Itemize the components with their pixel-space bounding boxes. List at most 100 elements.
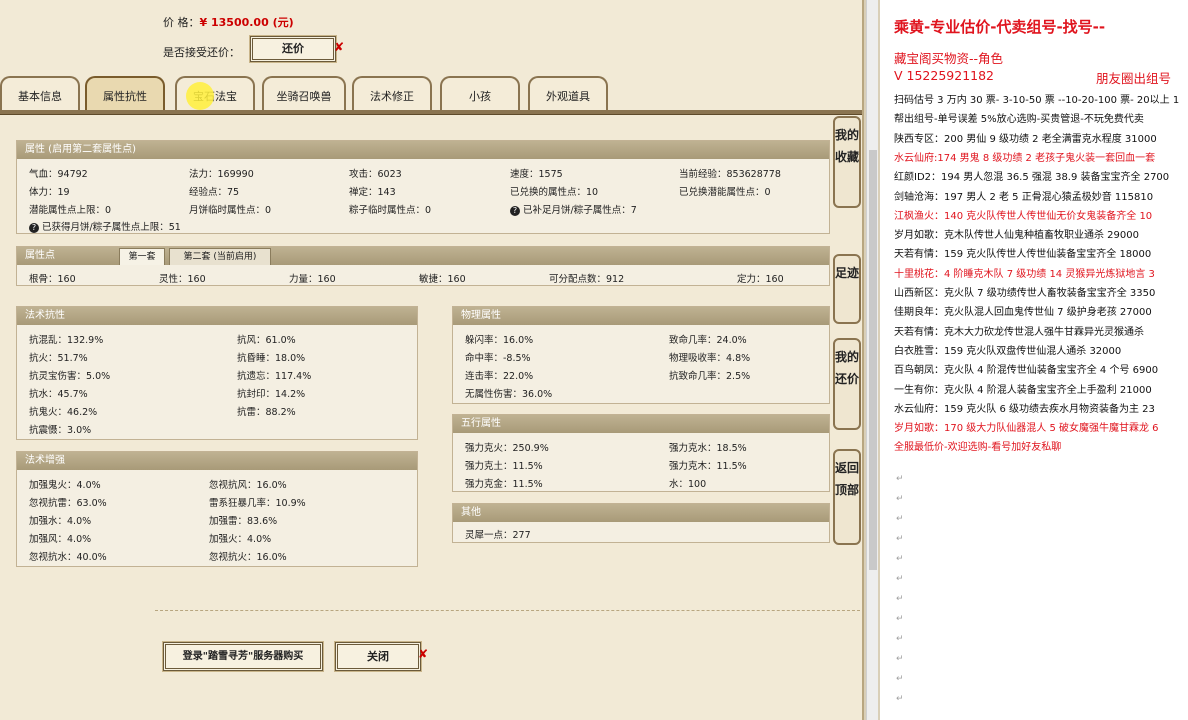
- help-icon[interactable]: ?: [29, 223, 39, 233]
- scrollbar[interactable]: [866, 0, 878, 720]
- doc-line: 一生有你：克火队 4 阶混人装备宝宝齐全上手盈利 21000: [894, 384, 1152, 396]
- favorites-button[interactable]: 我的收藏: [833, 116, 861, 208]
- back-to-top-button[interactable]: 返回顶部: [833, 449, 861, 545]
- attr-cell-label: 已补足月饼/粽子属性点：7: [523, 205, 637, 216]
- scrollbar-thumb[interactable]: [869, 150, 877, 570]
- doc-line: 佳期良年：克火队混人回血鬼传世仙 7 级护身老孩 27000: [894, 307, 1152, 319]
- doc-line: 天若有情：159 克火队传世人传世仙装备宝宝齐全 18000: [894, 249, 1152, 261]
- attr-note: ? 已获得月饼/粽子属性点上限：51: [29, 219, 181, 233]
- doc-line: 陕西专区：200 男仙 9 级功绩 2 老全满雷克水程度 31000: [894, 133, 1157, 145]
- resist-cell: 抗雷：88.2%: [237, 407, 296, 418]
- resist-cell: 抗火：51.7%: [29, 353, 88, 364]
- paragraph-mark: ↵: [896, 634, 904, 644]
- resist-section: 法术抗性 抗混乱：132.9% 抗火：51.7% 抗灵宝伤害：5.0% 抗水：4…: [16, 306, 418, 440]
- enhance-cell: 加强雷：83.6%: [209, 516, 278, 527]
- doc-line: 水云仙府：159 克火队 6 级功绩去疾水月物资装备为主 23: [894, 403, 1155, 415]
- help-icon[interactable]: ?: [510, 206, 520, 216]
- attr-cell: 已兑换潜能属性点：0: [679, 187, 771, 198]
- favorites-label: 我的收藏: [835, 128, 860, 164]
- enhance-cell: 忽视抗火：16.0%: [209, 552, 287, 563]
- paragraph-mark: ↵: [896, 494, 904, 504]
- wuxing-cell: 强力克金：11.5%: [465, 479, 543, 490]
- tab-bar: 基本信息 属性抗性 宝石法宝 坐骑召唤兽 法术修正 小孩 外观道具: [0, 76, 862, 111]
- physical-cell: 物理吸收率：4.8%: [669, 353, 751, 364]
- tab-attributes[interactable]: 属性抗性: [85, 76, 165, 110]
- doc-line: 红颜ID2：194 男人忽混 36.5 强混 38.9 装备宝宝齐全 2700: [894, 172, 1170, 184]
- resist-cell: 抗遗忘：117.4%: [237, 371, 312, 382]
- attr-cell: ? 已补足月饼/粽子属性点：7: [510, 202, 637, 216]
- footprints-label: 足迹: [835, 266, 860, 280]
- wuxing-cell: 水：100: [669, 479, 707, 490]
- wuxing-cell: 强力克土：11.5%: [465, 461, 543, 472]
- point-cell: 根骨：160: [29, 274, 76, 285]
- doc-line: 山西新区：克火队 7 级功绩传世人畜牧装备宝宝齐全 3350: [894, 288, 1156, 299]
- doc-line: 水云仙府:174 男鬼 8 级功绩 2 老孩子鬼火装一套回血一套: [894, 152, 1156, 164]
- enhance-cell: 加强鬼火：4.0%: [29, 480, 101, 491]
- tab-basic-info[interactable]: 基本信息: [0, 76, 80, 110]
- doc-line: 全服最低价-欢迎选购-看号加好友私聊: [894, 442, 1062, 454]
- point-cell: 可分配点数：912: [549, 274, 625, 285]
- tab-children[interactable]: 小孩: [440, 76, 520, 110]
- attr-cell: 气血：94792: [29, 169, 88, 180]
- physical-cell: 抗致命几率：2.5%: [669, 371, 751, 382]
- enhance-section: 法术增强 加强鬼火：4.0% 忽视抗雷：63.0% 加强水：4.0% 加强风：4…: [16, 451, 418, 567]
- tab-underline: [0, 110, 862, 115]
- attr-note-label: 已获得月饼/粽子属性点上限：51: [42, 222, 181, 233]
- paragraph-mark: ↵: [896, 574, 904, 584]
- physical-cell: 命中率：-8.5%: [465, 353, 531, 364]
- tab-appearance[interactable]: 外观道具: [528, 76, 608, 110]
- wuxing-cell: 强力克水：18.5%: [669, 443, 747, 454]
- paragraph-mark: ↵: [896, 534, 904, 544]
- my-bargains-button[interactable]: 我的还价: [833, 338, 861, 430]
- attr-cell: 粽子临时属性点：0: [349, 205, 432, 216]
- close-icon: ✘: [418, 647, 429, 661]
- doc-title: 乘黄-专业估价-代卖组号-找号--: [894, 18, 1106, 36]
- point-cell: 敏捷：160: [419, 274, 466, 285]
- other-header: 其他: [453, 504, 829, 522]
- doc-line: 帮出组号-单号误差 5%放心选购-买贵管退-不玩免费代卖: [894, 114, 1144, 126]
- tab-spell-correction[interactable]: 法术修正: [352, 76, 432, 110]
- bargain-button[interactable]: 还价: [250, 36, 336, 62]
- close-button[interactable]: 关闭: [335, 642, 421, 671]
- tab-point-set-1[interactable]: 第一套: [119, 248, 165, 265]
- login-buy-button[interactable]: 登录"踏雪寻芳"服务器购买: [163, 642, 323, 671]
- point-cell: 力量：160: [289, 274, 336, 285]
- paragraph-mark: ↵: [896, 594, 904, 604]
- attr-cell: 禅定：143: [349, 187, 396, 198]
- doc-line: 十里桃花：4 阶睡克木队 7 级功绩 14 灵猴异光炼狱地言 3: [894, 268, 1155, 280]
- document-panel: 乘黄-专业估价-代卖组号-找号-- 藏宝阁买物资--角色 V 152259211…: [880, 0, 1188, 720]
- attr-cell: 法力：169990: [189, 169, 254, 180]
- resist-cell: 抗封印：14.2%: [237, 389, 306, 400]
- my-bargains-label: 我的还价: [835, 350, 860, 386]
- attributes-section: 属性 (启用第二套属性点) 气血：94792 法力：169990 攻击：6023…: [16, 140, 830, 234]
- attr-cell: 已兑换的属性点：10: [510, 187, 599, 198]
- tab-point-set-2[interactable]: 第二套 (当前启用): [169, 248, 271, 265]
- price-row: 价 格：¥ 13500.00 (元): [163, 14, 294, 30]
- paragraph-mark: ↵: [896, 514, 904, 524]
- attr-cell: 月饼临时属性点：0: [189, 205, 272, 216]
- resist-header: 法术抗性: [17, 307, 417, 325]
- tab-mounts-pets[interactable]: 坐骑召唤兽: [262, 76, 346, 110]
- price-label: 价 格：: [163, 16, 200, 29]
- points-section: 属性点 第一套 第二套 (当前启用) 根骨：160 灵性：160 力量：160 …: [16, 246, 830, 286]
- attr-cell: 速度：1575: [510, 169, 563, 180]
- doc-line: 朋友圈出组号: [1096, 71, 1172, 86]
- paragraph-mark: ↵: [896, 614, 904, 624]
- physical-cell: 连击率：22.0%: [465, 371, 534, 382]
- game-window: 价 格：¥ 13500.00 (元) 是否接受还价： 还价 ✘ 基本信息 属性抗…: [0, 0, 864, 720]
- doc-line: V 15225921182: [894, 68, 995, 83]
- wuxing-cell: 强力克木：11.5%: [669, 461, 747, 472]
- doc-line: 剑轴沧海：197 男人 2 老 5 正骨混心猿孟极妙音 115810: [894, 191, 1154, 203]
- enhance-cell: 忽视抗风：16.0%: [209, 480, 287, 491]
- paragraph-mark: ↵: [896, 674, 904, 684]
- footprints-button[interactable]: 足迹: [833, 254, 861, 324]
- paragraph-mark: ↵: [896, 694, 904, 704]
- point-cell: 定力：160: [737, 274, 784, 285]
- physical-cell: 无属性伤害：36.0%: [465, 389, 553, 400]
- physical-cell: 躲闪率：16.0%: [465, 335, 534, 346]
- attr-cell: 潜能属性点上限：0: [29, 205, 112, 216]
- resist-cell: 抗昏睡：18.0%: [237, 353, 306, 364]
- enhance-cell: 加强风：4.0%: [29, 534, 92, 545]
- attr-cell: 当前经验：853628778: [679, 169, 781, 180]
- resist-cell: 抗灵宝伤害：5.0%: [29, 371, 111, 382]
